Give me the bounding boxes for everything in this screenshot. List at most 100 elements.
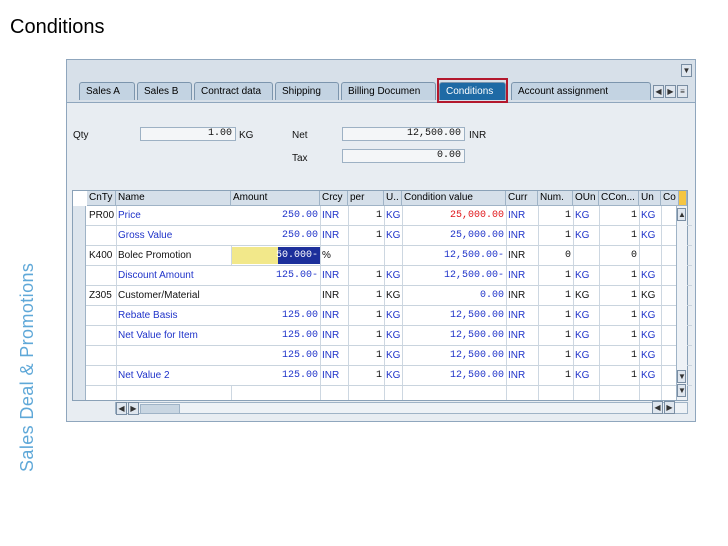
cell-num[interactable]: 1 xyxy=(538,266,573,285)
cell-oun[interactable] xyxy=(573,246,599,265)
table-vertical-scrollbar[interactable]: ▲ ▼ ▼ xyxy=(676,206,687,400)
col-header-un[interactable]: Un xyxy=(639,191,661,206)
cell-uom[interactable]: KG xyxy=(384,266,402,285)
cell-condition-value[interactable]: 25,000.00 xyxy=(402,206,506,225)
cell-ccon[interactable]: 1 xyxy=(599,346,639,365)
row-selector-column[interactable] xyxy=(73,206,86,400)
col-header-uom[interactable]: U.. xyxy=(384,191,402,206)
cell-un[interactable]: KG xyxy=(639,286,661,305)
cell-un[interactable] xyxy=(639,246,661,265)
tab-billing-document[interactable]: Billing Documen xyxy=(341,82,436,100)
cell-oun[interactable]: KG xyxy=(573,326,599,345)
cell-uom[interactable]: KG xyxy=(384,346,402,365)
tab-contract-data[interactable]: Contract data xyxy=(194,82,273,100)
cell-num[interactable]: 1 xyxy=(538,226,573,245)
hscroll-left-icon[interactable]: ◀ xyxy=(116,402,127,415)
cell-curr[interactable]: INR xyxy=(506,226,538,245)
cell-num[interactable]: 0 xyxy=(538,246,573,265)
cell-uom[interactable]: KG xyxy=(384,366,402,385)
cell-oun[interactable]: KG xyxy=(573,346,599,365)
cell-cnty[interactable]: PR00 xyxy=(87,206,116,225)
cell-un[interactable]: KG xyxy=(639,326,661,345)
cell-name[interactable]: Bolec Promotion xyxy=(116,246,231,265)
table-row[interactable]: Net Value for Item 125.00 INR 1 KG 12,500.00 I… xyxy=(86,326,692,346)
col-header-num[interactable]: Num. xyxy=(538,191,573,206)
cell-num[interactable]: 1 xyxy=(538,206,573,225)
table-scroll-up-icon[interactable]: ▲ xyxy=(677,208,686,221)
cell-per[interactable]: 1 xyxy=(348,306,384,325)
cell-cnty[interactable] xyxy=(87,326,116,345)
cell-curr[interactable]: INR xyxy=(506,206,538,225)
col-header-oun[interactable]: OUn xyxy=(573,191,599,206)
cell-oun[interactable]: KG xyxy=(573,286,599,305)
cell-name[interactable]: Price xyxy=(116,206,231,225)
cell-per[interactable]: 1 xyxy=(348,226,384,245)
cell-name[interactable]: Customer/Material xyxy=(116,286,231,305)
cell-cnty[interactable] xyxy=(87,266,116,285)
col-header-name[interactable]: Name xyxy=(116,191,231,206)
cell-amount[interactable]: 125.00 xyxy=(231,306,320,325)
cell-un[interactable]: KG xyxy=(639,346,661,365)
table-horizontal-scrollbar[interactable]: ◀ ▶ xyxy=(115,402,688,415)
cell-per[interactable]: 1 xyxy=(348,206,384,225)
cell-crcy[interactable]: INR xyxy=(320,326,348,345)
cell-amount[interactable]: 250.00 xyxy=(231,206,320,225)
cell-crcy[interactable]: % xyxy=(320,246,348,265)
cell-name[interactable]: Discount Amount xyxy=(116,266,231,285)
cell-name[interactable]: Net Value for Item xyxy=(116,326,231,345)
cell-cnty[interactable]: Z305 xyxy=(87,286,116,305)
cell-amount[interactable]: 125.00 xyxy=(231,346,320,365)
cell-cnty[interactable] xyxy=(87,366,116,385)
column-settings-icon[interactable] xyxy=(679,191,687,206)
cell-num[interactable]: 1 xyxy=(538,346,573,365)
cell-name[interactable]: Rebate Basis xyxy=(116,306,231,325)
cell-ccon[interactable]: 1 xyxy=(599,266,639,285)
cell-uom[interactable]: KG xyxy=(384,206,402,225)
cell-uom[interactable] xyxy=(384,246,402,265)
cell-crcy[interactable]: INR xyxy=(320,206,348,225)
table-row[interactable]: Discount Amount 125.00- INR 1 KG 12,500.00- IN… xyxy=(86,266,692,286)
cell-crcy[interactable]: INR xyxy=(320,266,348,285)
table-row[interactable]: K400 Bolec Promotion 50.000-% 12,500.00- INR… xyxy=(86,246,692,266)
col-header-curr[interactable]: Curr xyxy=(506,191,538,206)
cell-curr[interactable]: INR xyxy=(506,266,538,285)
hscroll-thumb[interactable] xyxy=(140,404,180,414)
table-row[interactable]: Z305 Customer/Material INR 1 KG 0.00 INR 1 KG 1 KG xyxy=(86,286,692,306)
cell-ccon[interactable]: 1 xyxy=(599,226,639,245)
table-row[interactable]: Gross Value 250.00 INR 1 KG 25,000.00 INR 1 KG 1 K… xyxy=(86,226,692,246)
cell-cnty[interactable] xyxy=(87,346,116,365)
cell-condition-value[interactable]: 25,000.00 xyxy=(402,226,506,245)
col-header-co[interactable]: Co xyxy=(661,191,679,206)
cell-curr[interactable]: INR xyxy=(506,286,538,305)
cell-ccon[interactable]: 1 xyxy=(599,206,639,225)
cell-condition-value[interactable]: 0.00 xyxy=(402,286,506,305)
cell-per[interactable]: 1 xyxy=(348,326,384,345)
tab-list-icon[interactable]: ≡ xyxy=(677,85,688,98)
tab-sales-a[interactable]: Sales A xyxy=(79,82,135,100)
cell-cnty[interactable] xyxy=(87,306,116,325)
cell-per[interactable]: 1 xyxy=(348,286,384,305)
cell-per[interactable]: 1 xyxy=(348,366,384,385)
cell-ccon[interactable]: 1 xyxy=(599,306,639,325)
cell-uom[interactable]: KG xyxy=(384,286,402,305)
hscroll-far-left-icon[interactable]: ◀ xyxy=(652,401,663,414)
cell-ccon[interactable]: 1 xyxy=(599,366,639,385)
cell-condition-value[interactable]: 12,500.00 xyxy=(402,326,506,345)
cell-num[interactable]: 1 xyxy=(538,286,573,305)
cell-uom[interactable]: KG xyxy=(384,326,402,345)
cell-curr[interactable]: INR xyxy=(506,306,538,325)
cell-cnty[interactable]: K400 xyxy=(87,246,116,265)
cell-ccon[interactable]: 0 xyxy=(599,246,639,265)
cell-un[interactable]: KG xyxy=(639,266,661,285)
cell-cnty[interactable] xyxy=(87,226,116,245)
tab-account-assignment[interactable]: Account assignment xyxy=(511,82,651,100)
tab-sales-b[interactable]: Sales B xyxy=(137,82,192,100)
cell-un[interactable]: KG xyxy=(639,226,661,245)
tab-scroll-left-icon[interactable]: ◀ xyxy=(653,85,664,98)
cell-oun[interactable]: KG xyxy=(573,226,599,245)
hscroll-right-icon[interactable]: ▶ xyxy=(128,402,139,415)
cell-name[interactable] xyxy=(116,346,231,365)
cell-crcy[interactable]: INR xyxy=(320,226,348,245)
cell-oun[interactable]: KG xyxy=(573,266,599,285)
table-scroll-down-icon[interactable]: ▼ xyxy=(677,370,686,383)
